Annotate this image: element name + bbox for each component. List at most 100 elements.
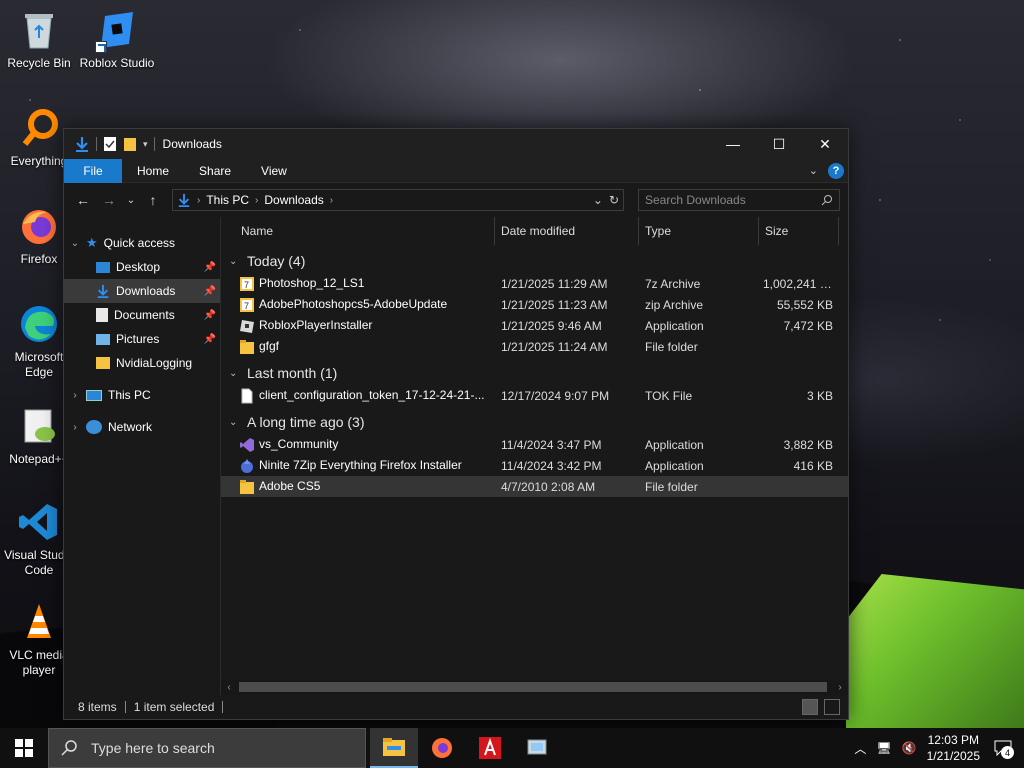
desktop-icon-label: Firefox bbox=[20, 252, 58, 266]
group-header[interactable]: ⌄ A long time ago (3) bbox=[221, 410, 848, 434]
column-size[interactable]: Size bbox=[759, 217, 839, 245]
file-name-cell: vs_Community bbox=[221, 437, 495, 453]
file-name: Photoshop_12_LS1 bbox=[259, 275, 365, 290]
collapse-chevron-icon[interactable]: ⌄ bbox=[229, 256, 241, 267]
tab-share[interactable]: Share bbox=[184, 159, 246, 183]
taskbar-search[interactable]: Type here to search bbox=[48, 728, 366, 768]
file-row[interactable]: gfgf 1/21/2025 11:24 AM File folder bbox=[221, 336, 848, 357]
column-date-modified[interactable]: Date modified bbox=[495, 217, 639, 245]
scroll-right-icon[interactable]: › bbox=[832, 682, 848, 693]
expand-ribbon-icon[interactable]: ⌄ bbox=[809, 164, 818, 177]
file-row[interactable]: 7 AdobePhotoshopcs5-AdobeUpdate 1/21/2025 … bbox=[221, 294, 848, 315]
taskbar-file-explorer[interactable] bbox=[370, 728, 418, 768]
file-name: AdobePhotoshopcs5-AdobeUpdate bbox=[259, 296, 448, 311]
taskbar-firefox[interactable] bbox=[418, 728, 466, 768]
file-explorer-window: ▾ Downloads — ☐ ✕ File Home Share View ⌄… bbox=[63, 128, 849, 720]
breadcrumb-downloads[interactable]: Downloads bbox=[264, 193, 323, 207]
column-name[interactable]: Name bbox=[221, 217, 495, 245]
computer-icon bbox=[86, 389, 102, 401]
address-bar[interactable]: › This PC › Downloads › ⌄ ↻ bbox=[172, 189, 624, 211]
properties-icon[interactable] bbox=[103, 136, 117, 152]
search-box[interactable] bbox=[638, 189, 840, 211]
scrollbar-thumb[interactable] bbox=[239, 682, 827, 692]
large-icons-view-icon[interactable] bbox=[824, 699, 840, 715]
window-title: Downloads bbox=[162, 137, 222, 151]
scroll-left-icon[interactable]: ‹ bbox=[221, 682, 237, 693]
nav-label: Documents bbox=[114, 308, 175, 322]
file-name-cell: Adobe CS5 bbox=[221, 479, 495, 495]
taskbar-adobe[interactable] bbox=[466, 728, 514, 768]
nav-item-desktop[interactable]: Desktop 📌 bbox=[64, 255, 220, 279]
expand-chevron-icon[interactable]: › bbox=[70, 422, 80, 433]
collapse-chevron-icon[interactable]: ⌄ bbox=[229, 368, 241, 379]
notepad-plus-plus-icon bbox=[24, 409, 55, 443]
collapse-chevron-icon[interactable]: ⌄ bbox=[70, 238, 80, 249]
tab-file[interactable]: File bbox=[64, 158, 122, 183]
customize-toolbar-icon[interactable]: ▾ bbox=[143, 139, 148, 150]
start-button[interactable] bbox=[0, 728, 48, 768]
recycle-bin-icon bbox=[25, 14, 53, 49]
toolbar-separator bbox=[96, 137, 97, 151]
network-icon bbox=[86, 420, 102, 434]
file-row[interactable]: 7 Photoshop_12_LS1 1/21/2025 11:29 AM 7z Ar… bbox=[221, 273, 848, 294]
refresh-icon[interactable]: ↻ bbox=[609, 193, 619, 207]
close-button[interactable]: ✕ bbox=[802, 129, 848, 159]
title-bar[interactable]: ▾ Downloads — ☐ ✕ bbox=[64, 129, 848, 159]
everything-search-icon bbox=[22, 109, 58, 146]
up-button[interactable]: ↑ bbox=[142, 189, 164, 211]
nav-item-nvidialogging[interactable]: NvidiaLogging bbox=[64, 351, 220, 375]
file-row[interactable]: RobloxPlayerInstaller 1/21/2025 9:46 AM Ap… bbox=[221, 315, 848, 336]
taskbar-installer[interactable] bbox=[514, 728, 562, 768]
search-input[interactable] bbox=[645, 193, 821, 207]
group-header[interactable]: ⌄ Last month (1) bbox=[221, 361, 848, 385]
nav-this-pc[interactable]: › This PC bbox=[64, 383, 220, 407]
network-status-icon[interactable]: 🖥 bbox=[876, 741, 891, 755]
address-history-icon[interactable]: ⌄ bbox=[593, 193, 603, 207]
desktop-icon-recycle-bin[interactable]: Recycle Bin bbox=[1, 8, 77, 71]
file-name: Adobe CS5 bbox=[259, 478, 321, 493]
window-controls: — ☐ ✕ bbox=[710, 129, 848, 159]
nav-item-downloads[interactable]: Downloads 📌 bbox=[64, 279, 220, 303]
desktop-icon-roblox-studio[interactable]: Roblox Studio bbox=[79, 8, 155, 71]
file-row[interactable]: Ninite 7Zip Everything Firefox Installer… bbox=[221, 455, 848, 476]
notification-badge: 4 bbox=[1001, 746, 1014, 759]
help-icon[interactable]: ? bbox=[828, 162, 844, 179]
nav-label: Network bbox=[108, 420, 153, 434]
taskbar: Type here to search ︿ 🖥 🔇 12:03 PM 1/21/… bbox=[0, 728, 1024, 768]
expand-chevron-icon[interactable]: › bbox=[70, 390, 80, 401]
file-date: 1/21/2025 11:29 AM bbox=[501, 276, 608, 291]
nav-item-pictures[interactable]: Pictures 📌 bbox=[64, 327, 220, 351]
volume-muted-icon[interactable]: 🔇 bbox=[902, 741, 917, 755]
download-arrow-icon bbox=[76, 137, 88, 152]
breadcrumb-this-pc[interactable]: This PC bbox=[206, 193, 249, 207]
file-size: 3,882 KB bbox=[783, 437, 833, 452]
file-row[interactable]: vs_Community 11/4/2024 3:47 PM Application… bbox=[221, 434, 848, 455]
vlc-cone-icon bbox=[27, 604, 51, 638]
tab-home[interactable]: Home bbox=[122, 159, 184, 183]
nav-network[interactable]: › Network bbox=[64, 415, 220, 439]
horizontal-scrollbar[interactable]: ‹ › bbox=[221, 679, 848, 695]
desktop-icon-label: Everything bbox=[10, 154, 68, 168]
notification-center-button[interactable]: 4 bbox=[990, 735, 1016, 761]
column-type[interactable]: Type bbox=[639, 217, 759, 245]
nav-item-documents[interactable]: Documents 📌 bbox=[64, 303, 220, 327]
clock[interactable]: 12:03 PM 1/21/2025 bbox=[927, 732, 980, 764]
file-explorer-icon bbox=[383, 738, 405, 756]
file-row[interactable]: client_configuration_token_17-12-24-21-.… bbox=[221, 385, 848, 406]
file-name-cell: 7 AdobePhotoshopcs5-AdobeUpdate bbox=[221, 297, 495, 313]
forward-button[interactable]: → bbox=[98, 189, 120, 211]
show-hidden-icons-icon[interactable]: ︿ bbox=[854, 740, 866, 757]
tab-view[interactable]: View bbox=[246, 159, 302, 183]
new-folder-icon[interactable] bbox=[123, 136, 137, 152]
back-button[interactable]: ← bbox=[72, 189, 94, 211]
maximize-button[interactable]: ☐ bbox=[756, 129, 802, 159]
item-count: 8 items bbox=[78, 700, 117, 714]
nav-quick-access[interactable]: ⌄ ★ Quick access bbox=[64, 231, 220, 255]
pin-icon: 📌 bbox=[203, 333, 216, 345]
collapse-chevron-icon[interactable]: ⌄ bbox=[229, 417, 241, 428]
file-row[interactable]: Adobe CS5 4/7/2010 2:08 AM File folder bbox=[221, 476, 848, 497]
minimize-button[interactable]: — bbox=[710, 129, 756, 159]
group-header[interactable]: ⌄ Today (4) bbox=[221, 249, 848, 273]
details-view-icon[interactable] bbox=[802, 699, 818, 715]
recent-locations-icon[interactable]: ⌄ bbox=[124, 189, 138, 211]
